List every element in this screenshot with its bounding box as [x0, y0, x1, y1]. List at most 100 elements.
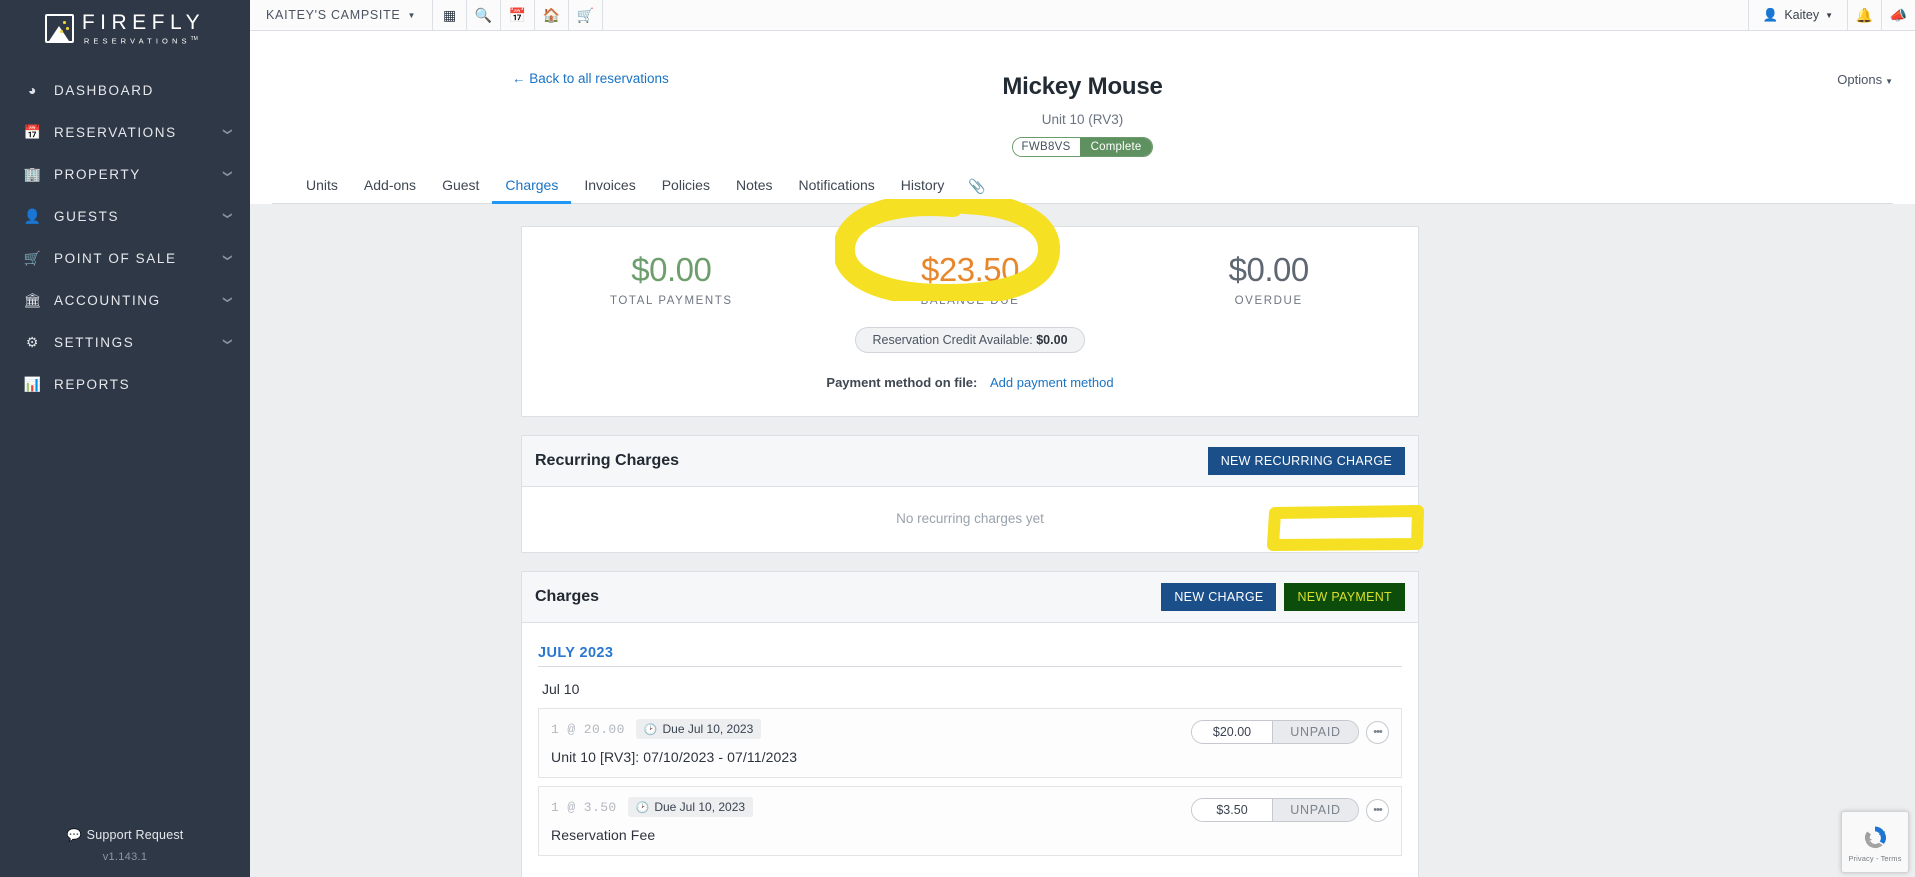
- sidebar-item-dashboard[interactable]: ◕ DASHBOARD: [0, 69, 250, 111]
- charge-status: UNPAID: [1272, 799, 1358, 821]
- sidebar-item-reports[interactable]: 📊 REPORTS: [0, 363, 250, 405]
- charge-due-chip: 🕑 Due Jul 10, 2023: [627, 797, 754, 817]
- paperclip-icon[interactable]: 📎: [957, 172, 996, 203]
- brand-logo[interactable]: FIREFLY RESERVATIONSTM: [0, 0, 250, 63]
- charges-card: Charges NEW CHARGE NEW PAYMENT JULY 2023…: [521, 571, 1419, 877]
- calendar-add-icon[interactable]: 📅: [501, 0, 536, 30]
- recaptcha-badge[interactable]: Privacy - Terms: [1841, 811, 1909, 873]
- sidebar-item-point-of-sale[interactable]: 🛒 POINT OF SALE ❯: [0, 237, 250, 279]
- add-payment-method-link[interactable]: Add payment method: [990, 375, 1114, 390]
- recurring-charges-title: Recurring Charges: [535, 452, 680, 469]
- summary-overdue: $0.00 OVERDUE: [1119, 253, 1418, 307]
- summary-balance-due: $23.50 BALANCE DUE: [821, 253, 1120, 307]
- tab-history[interactable]: History: [888, 171, 958, 204]
- tab-invoices[interactable]: Invoices: [571, 171, 648, 204]
- property-selector[interactable]: KAITEY'S CAMPSITE ▼: [250, 0, 434, 30]
- overdue-label: OVERDUE: [1234, 295, 1303, 307]
- grid-apps-icon[interactable]: ▦: [433, 0, 468, 30]
- sidebar-item-label: ACCOUNTING: [54, 292, 161, 308]
- reservation-credit-pill: Reservation Credit Available: $0.00: [855, 327, 1085, 353]
- recurring-charges-actions: NEW RECURRING CHARGE: [1207, 447, 1405, 475]
- sidebar-item-label: RESERVATIONS: [54, 124, 177, 140]
- new-charge-button[interactable]: NEW CHARGE: [1161, 583, 1277, 611]
- brand-subtitle: RESERVATIONSTM: [82, 37, 205, 45]
- main-area: KAITEY'S CAMPSITE ▼ ▦ 🔍 📅 🏠 🛒 👤 Kaitey ▼…: [250, 0, 1915, 877]
- options-label: Options: [1837, 72, 1883, 87]
- recaptcha-terms[interactable]: Privacy - Terms: [1848, 854, 1901, 863]
- summary-row: $0.00 TOTAL PAYMENTS $23.50 BALANCE DUE …: [522, 227, 1418, 313]
- balance-due-label: BALANCE DUE: [920, 295, 1020, 307]
- balance-due-amount: $23.50: [921, 251, 1019, 288]
- charge-details: 1 @ 3.50 🕑 Due Jul 10, 2023 Reservation …: [551, 797, 1191, 843]
- table-row[interactable]: 1 @ 3.50 🕑 Due Jul 10, 2023 Reservation …: [538, 786, 1402, 856]
- back-to-reservations-link[interactable]: ← Back to all reservations: [512, 71, 669, 86]
- tab-addons[interactable]: Add-ons: [351, 171, 429, 204]
- new-recurring-charge-button[interactable]: NEW RECURRING CHARGE: [1207, 447, 1405, 475]
- clock-icon: 🕑: [635, 801, 650, 814]
- tab-notifications[interactable]: Notifications: [786, 171, 888, 204]
- charge-due-label: Due Jul 10, 2023: [654, 800, 746, 814]
- payment-method-label: Payment method on file:: [826, 375, 978, 390]
- chevron-down-icon: ▼: [407, 10, 417, 20]
- total-payments-label: TOTAL PAYMENTS: [609, 295, 733, 307]
- ellipsis-icon[interactable]: •••: [1366, 720, 1389, 744]
- top-bar-left: KAITEY'S CAMPSITE ▼ ▦ 🔍 📅 🏠 🛒: [250, 0, 604, 30]
- person-icon: 👤: [1762, 7, 1779, 22]
- dashboard-gauge-icon: ◕: [27, 82, 39, 98]
- tab-guest[interactable]: Guest: [429, 171, 492, 204]
- user-menu[interactable]: 👤 Kaitey ▼: [1747, 0, 1847, 30]
- chevron-down-icon: ❯: [222, 169, 233, 179]
- tab-charges[interactable]: Charges: [492, 171, 572, 204]
- chevron-down-icon: ❯: [222, 253, 233, 263]
- chevron-down-icon: ❯: [222, 127, 233, 137]
- top-bar-right: 👤 Kaitey ▼ 🔔 📣: [1747, 0, 1915, 30]
- sidebar-item-property[interactable]: 🏢 PROPERTY ❯: [0, 153, 250, 195]
- sidebar-item-guests[interactable]: 👤 GUESTS ❯: [0, 195, 250, 237]
- sidebar-item-accounting[interactable]: 🏛 ACCOUNTING ❯: [0, 279, 250, 321]
- recurring-charges-header: Recurring Charges NEW RECURRING CHARGE: [522, 436, 1418, 487]
- home-icon[interactable]: 🏠: [535, 0, 570, 30]
- chevron-down-icon: ❯: [222, 337, 233, 347]
- bank-icon: 🏛: [23, 291, 43, 308]
- firefly-mountain-logo-icon: [44, 14, 74, 43]
- bell-icon[interactable]: 🔔: [1847, 0, 1881, 30]
- ellipsis-icon[interactable]: •••: [1366, 798, 1389, 822]
- reservation-credit-label: Reservation Credit Available:: [872, 333, 1033, 347]
- charge-meta: 1 @ 20.00 🕑 Due Jul 10, 2023: [551, 719, 1191, 739]
- charges-month-header: JULY 2023: [538, 645, 1402, 667]
- total-payments-amount: $0.00: [631, 251, 712, 288]
- megaphone-icon[interactable]: 📣: [1881, 0, 1915, 30]
- support-request-label: Support Request: [86, 828, 184, 842]
- reservation-credit-value: $0.00: [1036, 333, 1068, 347]
- charges-list: JULY 2023 Jul 10 1 @ 20.00 🕑 Due Jul 10,…: [522, 623, 1418, 877]
- sidebar: FIREFLY RESERVATIONSTM ◕ DASHBOARD 📅 RES…: [0, 0, 250, 877]
- sidebar-footer: 💬 Support Request v1.143.1: [0, 828, 250, 877]
- charge-amount-pill: $3.50 UNPAID: [1191, 798, 1359, 822]
- charge-description: Reservation Fee: [551, 827, 656, 843]
- top-bar: KAITEY'S CAMPSITE ▼ ▦ 🔍 📅 🏠 🛒 👤 Kaitey ▼…: [250, 0, 1915, 31]
- options-menu[interactable]: Options ▼: [1837, 72, 1893, 87]
- table-row[interactable]: 1 @ 20.00 🕑 Due Jul 10, 2023 Unit 10 [RV…: [538, 708, 1402, 778]
- sidebar-nav: ◕ DASHBOARD 📅 RESERVATIONS ❯ 🏢 PROPERTY …: [0, 63, 250, 828]
- page-header: ← Back to all reservations Options ▼ Mick…: [250, 31, 1915, 204]
- sidebar-item-settings[interactable]: ⚙ SETTINGS ❯: [0, 321, 250, 363]
- tab-policies[interactable]: Policies: [649, 171, 723, 204]
- sidebar-item-label: POINT OF SALE: [54, 250, 177, 266]
- charge-description: Unit 10 [RV3]: 07/10/2023 - 07/11/2023: [551, 749, 798, 765]
- new-payment-button[interactable]: NEW PAYMENT: [1284, 583, 1405, 611]
- cash-register-icon[interactable]: 🛒: [569, 0, 604, 30]
- charge-amount-group: $3.50 UNPAID •••: [1191, 797, 1389, 822]
- user-menu-label: Kaitey: [1784, 8, 1820, 22]
- tab-units[interactable]: Units: [293, 171, 351, 204]
- cards-column: $0.00 TOTAL PAYMENTS $23.50 BALANCE DUE …: [521, 226, 1419, 877]
- brand-trademark: TM: [190, 36, 198, 42]
- chevron-down-icon: ❯: [222, 295, 233, 305]
- tab-notes[interactable]: Notes: [723, 171, 786, 204]
- sidebar-item-reservations[interactable]: 📅 RESERVATIONS ❯: [0, 111, 250, 153]
- support-request-link[interactable]: 💬 Support Request: [0, 828, 250, 842]
- charge-amount-pill: $20.00 UNPAID: [1191, 720, 1359, 744]
- page-content: ← Back to all reservations Options ▼ Mick…: [250, 31, 1915, 877]
- charges-actions: NEW CHARGE NEW PAYMENT: [1161, 583, 1405, 611]
- summary-total-payments: $0.00 TOTAL PAYMENTS: [522, 253, 821, 307]
- search-icon[interactable]: 🔍: [467, 0, 502, 30]
